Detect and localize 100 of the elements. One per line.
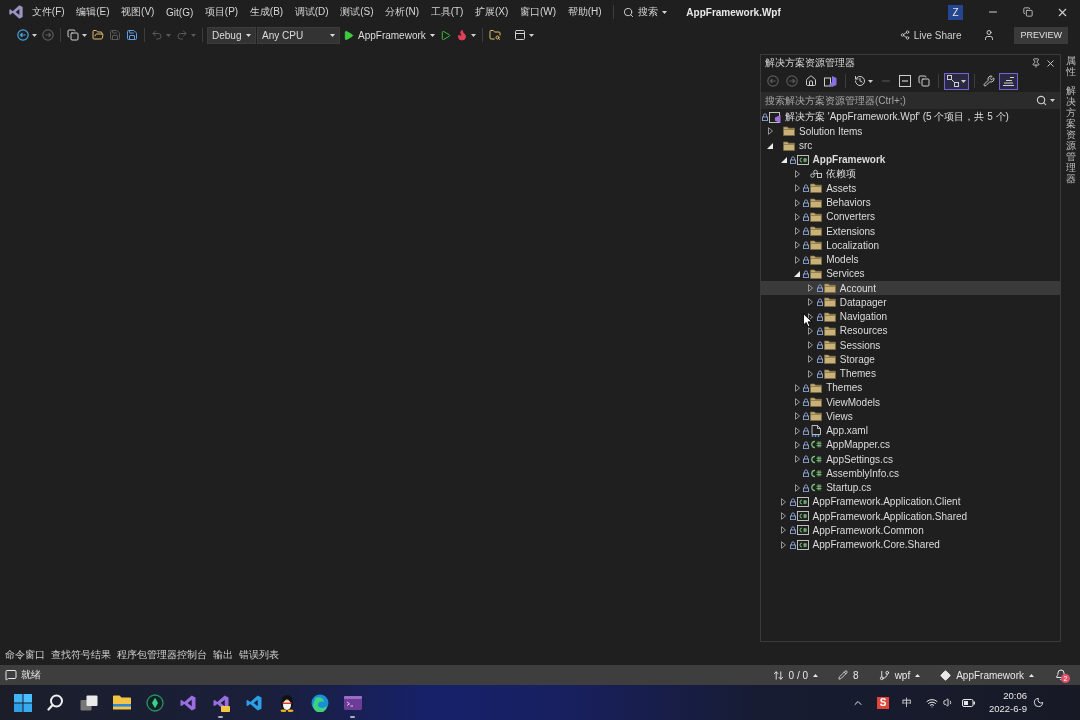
tool-window-tab[interactable]: 输出: [210, 647, 235, 663]
collapsed-arrow-icon[interactable]: [794, 383, 800, 392]
clock-date[interactable]: 2022-6-9: [988, 702, 1027, 715]
moon-icon[interactable]: [1033, 697, 1044, 708]
tree-item[interactable]: Startup.cs: [761, 480, 1060, 495]
input-mode-indicator[interactable]: 中: [901, 695, 912, 710]
tree-item[interactable]: Localization: [761, 238, 1060, 253]
menu-item[interactable]: 窗口(W): [514, 3, 562, 21]
configuration-dropdown[interactable]: Debug: [207, 26, 256, 44]
sync-status-button[interactable]: 0 / 0: [770, 666, 821, 684]
collapsed-arrow-icon[interactable]: [808, 312, 814, 321]
repository-button[interactable]: AppFramework: [938, 666, 1036, 684]
platform-dropdown[interactable]: Any CPU: [257, 26, 340, 44]
tree-item[interactable]: 依赖项: [761, 167, 1060, 182]
collapsed-arrow-icon[interactable]: [794, 483, 800, 492]
collapse-all-button[interactable]: [896, 72, 914, 90]
menu-item[interactable]: 分析(N): [379, 3, 425, 21]
tree-item[interactable]: AppFramework: [761, 152, 1060, 167]
terminal-icon[interactable]: [343, 695, 362, 710]
collapsed-arrow-icon[interactable]: [794, 212, 800, 221]
menu-item[interactable]: 帮助(H): [561, 3, 608, 21]
collapsed-arrow-icon[interactable]: [794, 440, 800, 449]
tree-item[interactable]: Behaviors: [761, 195, 1060, 210]
expanded-arrow-icon[interactable]: [794, 270, 801, 277]
menu-item[interactable]: Git(G): [160, 3, 200, 21]
input-method-badge[interactable]: S: [876, 696, 889, 709]
collapsed-arrow-icon[interactable]: [781, 540, 787, 549]
tree-item[interactable]: AppFramework.Core.Shared: [761, 537, 1060, 552]
collapsed-arrow-icon[interactable]: [794, 184, 800, 193]
back-button[interactable]: [15, 26, 39, 44]
tree-item[interactable]: Resources: [761, 323, 1060, 338]
tree-item[interactable]: src: [761, 138, 1060, 153]
tool-window-tab[interactable]: 程序包管理器控制台: [114, 647, 209, 663]
folder-icon[interactable]: [112, 695, 131, 710]
side-tab[interactable]: 解决方案资源管理器: [1061, 84, 1080, 185]
menu-item[interactable]: 测试(S): [334, 3, 380, 21]
tree-item[interactable]: App.xaml: [761, 423, 1060, 438]
tree-item[interactable]: Converters: [761, 209, 1060, 224]
menu-item[interactable]: 视图(V): [115, 3, 161, 21]
account-avatar[interactable]: Z: [948, 4, 963, 20]
branch-button[interactable]: wpf: [876, 666, 923, 684]
tree-item[interactable]: AppMapper.cs: [761, 437, 1060, 452]
edits-status-button[interactable]: 8: [836, 666, 861, 684]
properties-button[interactable]: [980, 72, 998, 90]
expanded-arrow-icon[interactable]: [767, 142, 773, 149]
search-field[interactable]: 搜索解决方案资源管理器(Ctrl+;): [761, 92, 1034, 109]
stacked-windows-icon[interactable]: [79, 694, 98, 711]
collapsed-arrow-icon[interactable]: [794, 398, 800, 407]
tree-item[interactable]: Account: [761, 281, 1060, 296]
preview-button[interactable]: [999, 72, 1018, 90]
tree-item[interactable]: Storage: [761, 352, 1060, 367]
menu-item[interactable]: 生成(B): [244, 3, 289, 21]
side-tab[interactable]: 属性: [1061, 54, 1080, 78]
tree-item[interactable]: AppFramework.Common: [761, 523, 1060, 538]
tree-item[interactable]: Views: [761, 409, 1060, 424]
tool-window-tab[interactable]: 错误列表: [236, 647, 281, 663]
collapsed-arrow-icon[interactable]: [808, 369, 814, 378]
clock-time[interactable]: 20:06: [1003, 690, 1027, 703]
new-item-button[interactable]: [65, 26, 89, 44]
battery-icon[interactable]: [961, 698, 975, 707]
tree-item[interactable]: Assets: [761, 181, 1060, 196]
tree-item[interactable]: Solution Items: [761, 124, 1060, 139]
tree-item[interactable]: ViewModels: [761, 395, 1060, 410]
collapsed-arrow-icon[interactable]: [781, 497, 787, 506]
live-share-button[interactable]: Live Share: [896, 26, 965, 44]
speaker-icon[interactable]: [942, 697, 954, 708]
tree-item[interactable]: Datapager: [761, 295, 1060, 310]
collapsed-arrow-icon[interactable]: [794, 255, 800, 264]
collapsed-arrow-icon[interactable]: [794, 455, 800, 464]
collapsed-arrow-icon[interactable]: [808, 341, 814, 350]
menu-item[interactable]: 文件(F): [26, 3, 71, 21]
ribbon-logo-icon[interactable]: [178, 693, 197, 712]
show-all-files-button[interactable]: [915, 72, 933, 90]
tree-item[interactable]: Extensions: [761, 224, 1060, 239]
collapsed-arrow-icon[interactable]: [808, 326, 814, 335]
tree-item[interactable]: Navigation: [761, 309, 1060, 324]
tool-window-tab[interactable]: 命令窗口: [2, 647, 47, 663]
penguin-icon[interactable]: [278, 693, 295, 712]
collapsed-arrow-icon[interactable]: [781, 512, 787, 521]
tree-item[interactable]: AssemblyInfo.cs: [761, 466, 1060, 481]
wifi-icon[interactable]: [925, 696, 938, 709]
tree-item[interactable]: Models: [761, 252, 1060, 267]
search-icon[interactable]: [47, 694, 64, 711]
tool-window-tab[interactable]: 查找符号结果: [48, 647, 113, 663]
menu-item[interactable]: 工具(T): [424, 3, 470, 21]
tree-item[interactable]: Services: [761, 266, 1060, 281]
expanded-arrow-icon[interactable]: [780, 156, 787, 163]
collapsed-arrow-icon[interactable]: [794, 426, 800, 435]
circle-logo-icon[interactable]: [145, 693, 164, 712]
ribbon-logo-tag-icon[interactable]: [211, 693, 230, 712]
tree-item[interactable]: Themes: [761, 366, 1060, 381]
collapsed-arrow-icon[interactable]: [808, 298, 814, 307]
collapsed-arrow-icon[interactable]: [808, 355, 814, 364]
collapsed-arrow-icon[interactable]: [794, 241, 800, 250]
collapsed-arrow-icon[interactable]: [794, 227, 800, 236]
collapsed-arrow-icon[interactable]: [781, 526, 787, 535]
tree-item[interactable]: AppFramework.Application.Client: [761, 494, 1060, 509]
search-button[interactable]: 搜索: [620, 3, 671, 21]
tree-item[interactable]: AppSettings.cs: [761, 452, 1060, 467]
menu-item[interactable]: 项目(P): [199, 3, 244, 21]
